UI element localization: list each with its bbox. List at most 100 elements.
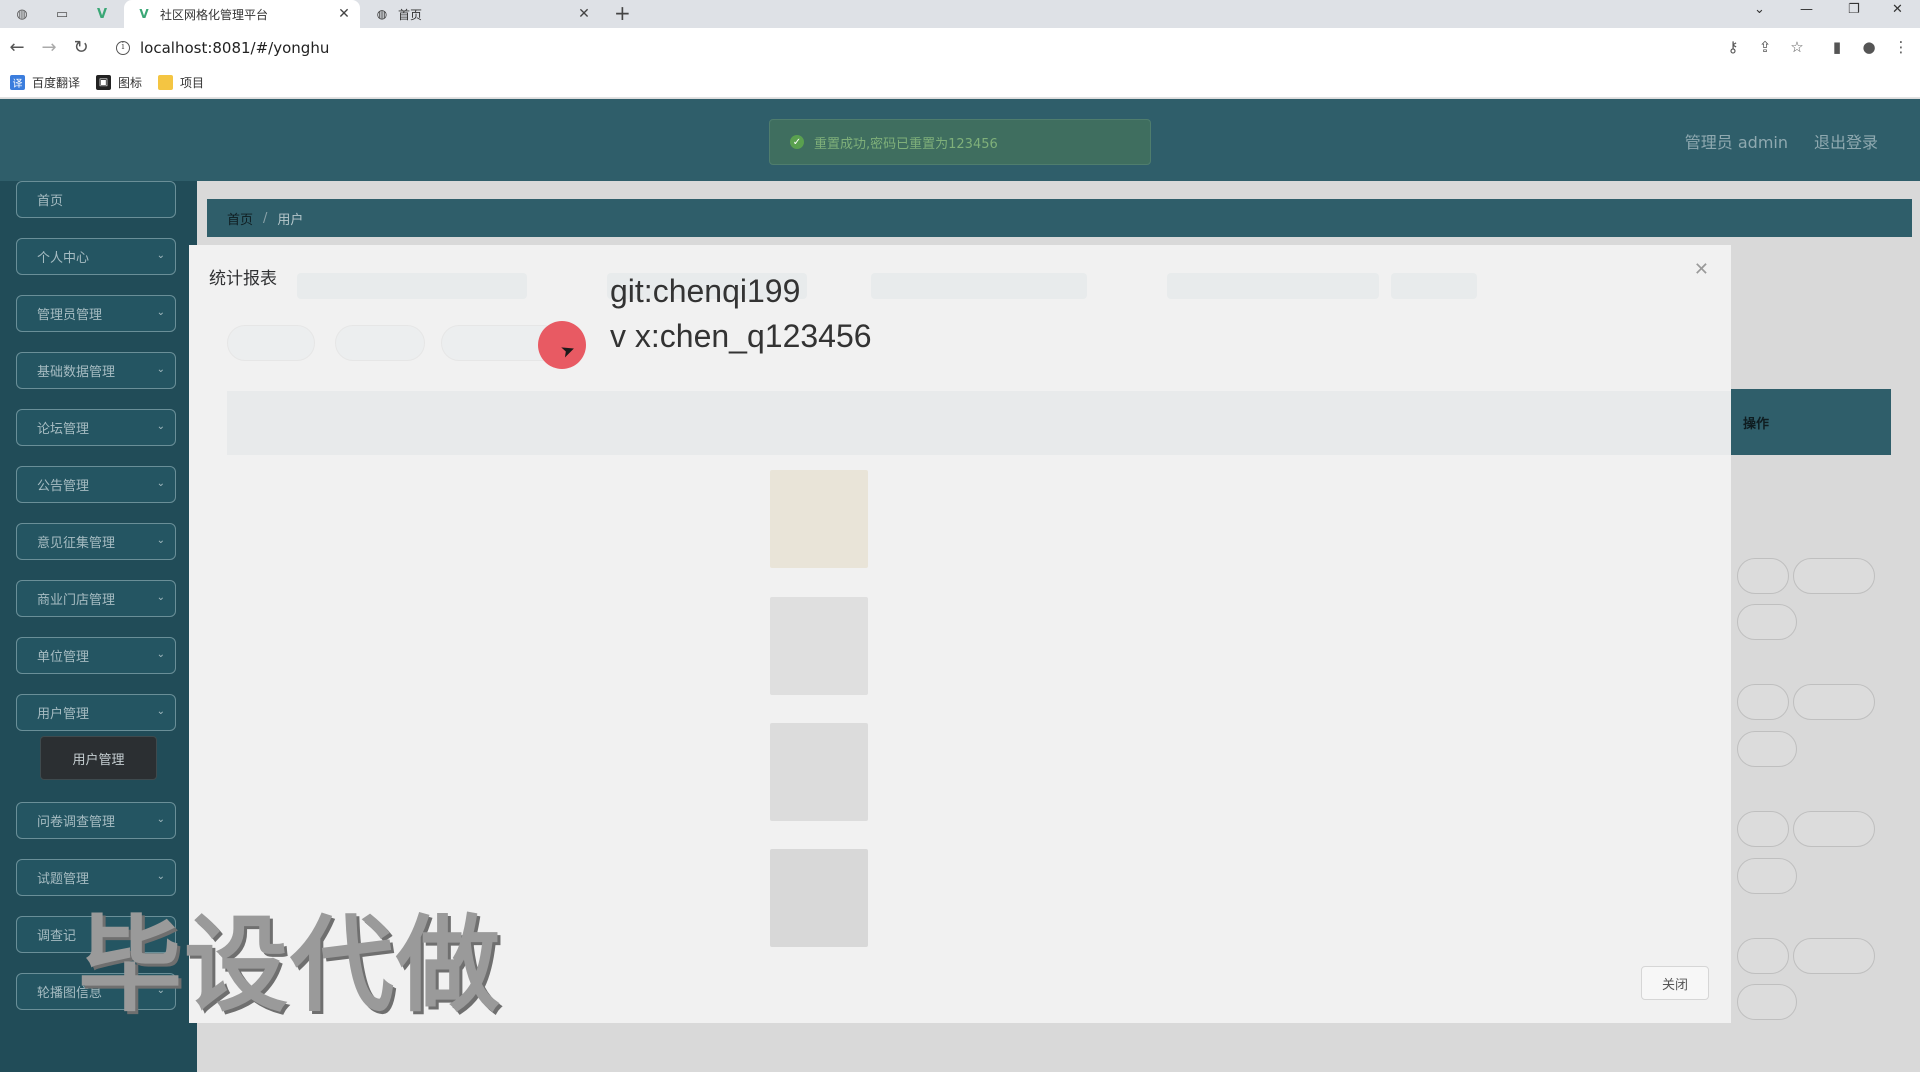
sidebar-item-users[interactable]: 用户管理 ⌄: [16, 694, 176, 731]
chevron-down-icon: ⌄: [156, 421, 165, 432]
delete-button[interactable]: [1793, 811, 1875, 847]
bookmark-label: 图标: [118, 76, 143, 90]
translate-icon: 译: [10, 75, 25, 90]
share-icon[interactable]: ⇪: [1755, 38, 1775, 56]
close-icon[interactable]: ✕: [1694, 259, 1709, 280]
check-circle-icon: ✓: [790, 135, 804, 149]
modal-title: 统计报表: [209, 269, 277, 289]
url-text: localhost:8081/#/yonghu: [140, 39, 330, 57]
breadcrumb: 首页 / 用户: [207, 199, 1912, 237]
sidebar-subitem-users[interactable]: 用户管理: [40, 736, 157, 780]
reset-password-button[interactable]: [1737, 731, 1797, 767]
browser-tab-strip: ◍ ▭ V V 社区网格化管理平台 ✕ ◍ 首页 ✕ + ⌄ — ❐ ✕: [0, 0, 1920, 28]
forward-icon[interactable]: →: [38, 37, 60, 58]
admin-label: 管理员 admin: [1684, 133, 1788, 152]
sidebar-item-admin-management[interactable]: 管理员管理 ⌄: [16, 295, 176, 332]
overlay-git-text: git:chenqi199: [610, 273, 801, 309]
globe-icon[interactable]: ◍: [12, 4, 32, 24]
bookmark-label: 项目: [180, 76, 205, 90]
bookmark-baidu-translate[interactable]: 译 百度翻译: [10, 74, 80, 91]
sidebar-item-home[interactable]: 首页: [16, 181, 176, 218]
watermark: 毕设代做: [78, 904, 503, 1026]
close-icon[interactable]: ✕: [334, 6, 354, 22]
delete-button[interactable]: [1793, 684, 1875, 720]
folder-icon: [158, 75, 174, 90]
sidebar-item-survey[interactable]: 问卷调查管理 ⌄: [16, 802, 176, 839]
edit-button[interactable]: [1737, 558, 1789, 594]
sidebar-item-notice[interactable]: 公告管理 ⌄: [16, 466, 176, 503]
delete-button[interactable]: [1793, 558, 1875, 594]
image-icon: ▣: [96, 75, 112, 90]
chevron-down-icon: ⌄: [156, 706, 165, 717]
back-icon[interactable]: ←: [6, 37, 28, 58]
sidebar-item-opinion[interactable]: 意见征集管理 ⌄: [16, 523, 176, 560]
chevron-down-icon: ⌄: [156, 649, 165, 660]
vue-logo-icon: V: [139, 7, 149, 21]
reload-icon[interactable]: ↻: [70, 37, 92, 58]
side-panel-icon[interactable]: ▮: [1827, 38, 1847, 56]
reset-password-button[interactable]: [1737, 858, 1797, 894]
edit-button[interactable]: [1737, 811, 1789, 847]
chevron-down-icon: ⌄: [156, 307, 165, 318]
reset-password-button[interactable]: [1737, 984, 1797, 1020]
window-close-icon[interactable]: ✕: [1892, 2, 1903, 17]
toast-message: 重置成功,密码已重置为123456: [814, 136, 998, 152]
address-bar: ← → ↻ i localhost:8081/#/yonghu ⚷ ⇪ ☆ ▮ …: [0, 28, 1920, 68]
delete-button-ghost: [335, 325, 425, 361]
tab-title: 社区网格化管理平台: [160, 7, 269, 22]
search-field-ghost: [1167, 273, 1379, 299]
overlay-wx-text: v x:chen_q123456: [610, 318, 872, 354]
tab-home[interactable]: ◍ 首页 ✕: [362, 0, 600, 28]
sidebar-item-forum[interactable]: 论坛管理 ⌄: [16, 409, 176, 446]
avatar: [770, 470, 868, 568]
chevron-down-icon: ⌄: [156, 364, 165, 375]
sidebar-item-personal-center[interactable]: 个人中心 ⌄: [16, 238, 176, 275]
menu-icon[interactable]: ⋮: [1891, 38, 1911, 56]
edit-button[interactable]: [1737, 938, 1789, 974]
chevron-down-icon[interactable]: ⌄: [1754, 2, 1765, 17]
avatar: [770, 849, 868, 947]
search-field-ghost: [297, 273, 527, 299]
chevron-down-icon: ⌄: [156, 592, 165, 603]
search-field-ghost: [871, 273, 1087, 299]
url-field[interactable]: i localhost:8081/#/yonghu: [108, 33, 1748, 63]
chevron-down-icon: ⌄: [156, 478, 165, 489]
restore-icon[interactable]: ❐: [1848, 2, 1860, 17]
avatar: [770, 597, 868, 695]
sidebar-item-base-data[interactable]: 基础数据管理 ⌄: [16, 352, 176, 389]
logout-link[interactable]: 退出登录: [1814, 129, 1878, 153]
breadcrumb-current: 用户: [277, 212, 304, 228]
close-button[interactable]: 关闭: [1641, 966, 1709, 1000]
bookmark-project[interactable]: 项目: [158, 74, 204, 91]
chevron-down-icon: ⌄: [156, 535, 165, 546]
breadcrumb-home[interactable]: 首页: [227, 209, 253, 228]
close-icon[interactable]: ✕: [574, 6, 594, 22]
tab-title: 首页: [398, 7, 423, 22]
minimize-icon[interactable]: —: [1800, 2, 1813, 17]
new-tab-icon[interactable]: +: [614, 1, 631, 25]
info-icon[interactable]: i: [116, 41, 130, 55]
search-button-ghost: [1391, 273, 1477, 299]
profile-icon[interactable]: ●: [1859, 38, 1879, 56]
bookmark-label: 百度翻译: [32, 76, 81, 90]
star-icon[interactable]: ☆: [1787, 38, 1807, 56]
tab-platform[interactable]: V 社区网格化管理平台 ✕: [124, 0, 360, 28]
success-toast: ✓ 重置成功,密码已重置为123456: [769, 119, 1151, 165]
sidebar-item-shops[interactable]: 商业门店管理 ⌄: [16, 580, 176, 617]
avatar: [770, 723, 868, 821]
key-icon[interactable]: ⚷: [1723, 38, 1743, 56]
reset-password-button[interactable]: [1737, 604, 1797, 640]
app-header: ✓ 重置成功,密码已重置为123456 管理员 admin 退出登录: [0, 99, 1920, 181]
sidebar-item-units[interactable]: 单位管理 ⌄: [16, 637, 176, 674]
bookmarks-bar: 译 百度翻译 ▣ 图标 项目: [0, 68, 1920, 98]
vue-logo-icon[interactable]: V: [92, 4, 112, 24]
delete-button[interactable]: [1793, 938, 1875, 974]
chevron-down-icon: ⌄: [156, 250, 165, 261]
add-button-ghost: [227, 325, 315, 361]
bookmark-icons[interactable]: ▣ 图标: [96, 74, 142, 91]
globe-icon: ◍: [376, 7, 388, 21]
chevron-down-icon: ⌄: [156, 814, 165, 825]
table-header-ghost: [227, 391, 1731, 455]
blank-tab-icon[interactable]: ▭: [52, 4, 72, 24]
edit-button[interactable]: [1737, 684, 1789, 720]
